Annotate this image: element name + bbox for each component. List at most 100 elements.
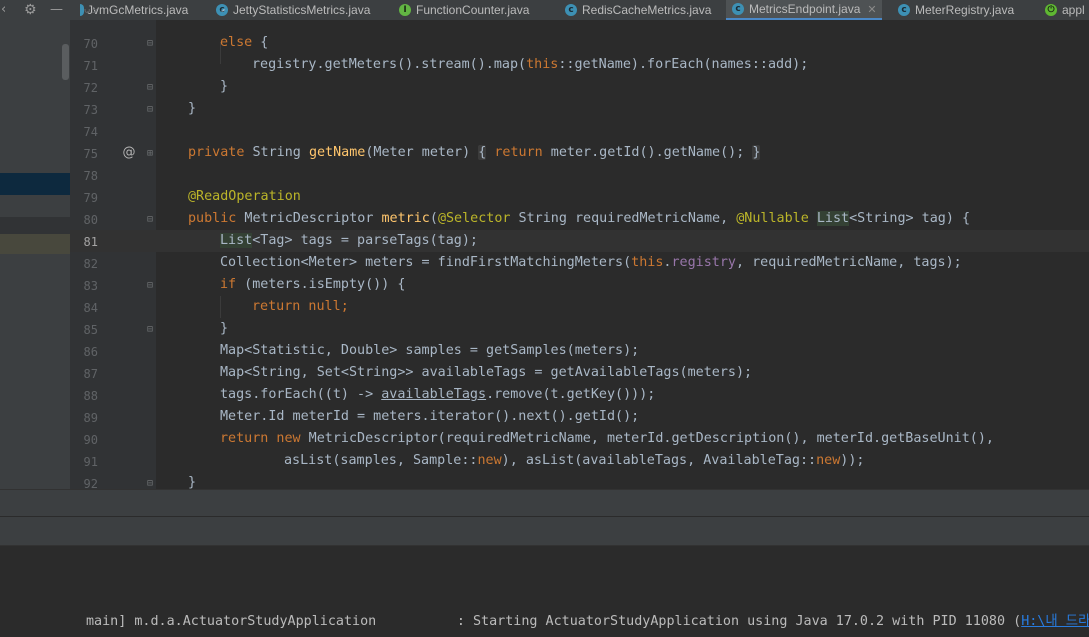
fold-end-icon[interactable]: ⊟ — [145, 83, 155, 93]
code-line-72[interactable]: } — [220, 76, 228, 98]
code-line-89[interactable]: Meter.Id meterId = meters.iterator().nex… — [220, 406, 639, 428]
override-annotation-icon[interactable]: @ — [122, 142, 136, 164]
scrollbar[interactable] — [62, 44, 69, 80]
line-number[interactable]: 85 — [70, 319, 98, 341]
line-number[interactable]: 82 — [70, 253, 98, 275]
close-icon[interactable]: ✕ — [867, 3, 876, 16]
tool-window-header[interactable] — [0, 490, 1089, 517]
tab-functioncounter[interactable]: I FunctionCounter.java — [399, 0, 529, 20]
code-text-highlighted: List — [816, 211, 850, 226]
code-text: Map<String, Set<String>> availableTags =… — [220, 365, 753, 380]
keyword: this — [631, 255, 664, 270]
line-number[interactable]: 83 — [70, 275, 98, 297]
line-number[interactable]: 72 — [70, 77, 98, 99]
code-line-88[interactable]: tags.forEach((t) -> availableTags.remove… — [220, 384, 655, 406]
code-text: MetricDescriptor — [236, 211, 382, 226]
tab-label: MetricsEndpoint.java — [749, 2, 861, 16]
keyword: this — [526, 57, 559, 72]
code-text: tags.forEach((t) -> — [220, 387, 382, 402]
code-line-75[interactable]: private String getName(Meter meter) { re… — [188, 142, 761, 164]
code-line-87[interactable]: Map<String, Set<String>> availableTags =… — [220, 362, 752, 384]
fold-end-icon[interactable]: ⊟ — [145, 105, 155, 115]
fold-end-icon[interactable]: ⊟ — [145, 325, 155, 335]
line-number[interactable]: 84 — [70, 297, 98, 319]
field: registry — [671, 255, 736, 270]
code-text: Collection<Meter> meters = findFirstMatc… — [220, 255, 632, 270]
gear-icon[interactable]: ⚙ — [24, 0, 37, 20]
console-log-line[interactable]: main] m.d.a.ActuatorStudyApplication : S… — [86, 611, 1089, 633]
code-line-92[interactable]: } — [188, 472, 196, 489]
tab-label: JvmGcMetrics.java — [87, 3, 189, 17]
line-number[interactable]: 80 — [70, 209, 98, 231]
fold-marker-icon[interactable]: ⊟ — [145, 215, 155, 225]
code-line-84[interactable]: return null; — [252, 296, 349, 318]
code-line-80[interactable]: public MetricDescriptor metric(@Selector… — [188, 208, 970, 230]
code-line-82[interactable]: Collection<Meter> meters = findFirstMatc… — [220, 252, 962, 274]
code-text-highlighted: List — [220, 233, 253, 248]
line-number[interactable]: 73 — [70, 99, 98, 121]
code-line-73[interactable]: } — [188, 98, 196, 120]
tab-application[interactable]: ⏻ appl — [1045, 0, 1085, 20]
project-panel[interactable] — [0, 20, 70, 489]
method-name: getName — [308, 145, 366, 160]
code-line-81[interactable]: List<Tag> tags = parseTags(tag); — [220, 230, 478, 252]
indent-guide — [220, 296, 221, 318]
code-text: registry.getMeters().stream().map( — [252, 57, 527, 72]
tab-rediscachemetrics[interactable]: c RedisCacheMetrics.java — [565, 0, 711, 20]
line-number[interactable]: 91 — [70, 451, 98, 473]
line-number[interactable]: 90 — [70, 429, 98, 451]
fold-end-icon[interactable]: ⊟ — [145, 479, 155, 489]
fold-marker-icon[interactable]: ⊞ — [145, 149, 155, 159]
code-line-86[interactable]: Map<Statistic, Double> samples = getSamp… — [220, 340, 639, 362]
tool-window-toolbar[interactable] — [0, 517, 1089, 546]
keyword: private — [188, 145, 245, 160]
tab-meterregistry[interactable]: c MeterRegistry.java — [898, 0, 1014, 20]
code-line-91[interactable]: asList(samples, Sample::new), asList(ava… — [284, 450, 864, 472]
line-number[interactable]: 87 — [70, 363, 98, 385]
code-text: ::getName).forEach(names::add); — [558, 57, 809, 72]
code-line-90[interactable]: return new MetricDescriptor(requiredMetr… — [220, 428, 994, 450]
line-number[interactable]: 71 — [70, 55, 98, 77]
tab-label: appl — [1062, 3, 1085, 17]
keyword: return — [486, 145, 543, 160]
code-text: , requiredMetricName, tags); — [735, 255, 962, 270]
tab-metricsendpoint[interactable]: c MetricsEndpoint.java ✕ — [726, 0, 882, 20]
tree-item[interactable] — [0, 217, 70, 234]
keyword: null — [300, 299, 341, 314]
console-path-link[interactable]: H:\내 드라 — [1021, 614, 1089, 629]
tree-item-highlight[interactable] — [0, 234, 70, 254]
code-line-70[interactable]: else { — [220, 32, 268, 54]
tab-label: MeterRegistry.java — [915, 3, 1015, 17]
console-text: main] m.d.a.ActuatorStudyApplication : S… — [86, 614, 1022, 629]
line-number[interactable]: 79 — [70, 187, 98, 209]
line-number[interactable]: 86 — [70, 341, 98, 363]
fold-marker-icon[interactable]: ⊟ — [145, 39, 155, 49]
line-number[interactable]: 78 — [70, 165, 98, 187]
tab-label: FunctionCounter.java — [416, 3, 530, 17]
line-number[interactable]: 69 — [70, 9, 98, 20]
line-number-current[interactable]: 81 — [70, 231, 98, 253]
code-text: (meters.isEmpty()) { — [236, 277, 406, 292]
code-text: meter.getId().getName(); — [542, 145, 753, 160]
minimize-icon[interactable]: — — [50, 0, 63, 20]
line-number[interactable]: 92 — [70, 473, 98, 489]
code-line-71[interactable]: registry.getMeters().stream().map(this::… — [252, 54, 808, 76]
line-number[interactable]: 75 — [70, 143, 98, 165]
tab-jettystatisticsmetrics[interactable]: c JettyStatisticsMetrics.java — [216, 0, 370, 20]
line-number[interactable]: 70 — [70, 33, 98, 55]
selected-tree-item[interactable] — [0, 173, 70, 195]
code-line-69[interactable]: } — [220, 9, 228, 18]
code-text: } — [188, 101, 197, 116]
line-number[interactable]: 74 — [70, 121, 98, 143]
interface-icon: I — [399, 4, 411, 16]
code-text: String requiredMetricName, — [510, 211, 737, 226]
line-number[interactable]: 88 — [70, 385, 98, 407]
code-line-85[interactable]: } — [220, 318, 228, 340]
folded-brace[interactable]: } — [752, 145, 761, 160]
code-line-83[interactable]: if (meters.isEmpty()) { — [220, 274, 405, 296]
code-line-79[interactable]: @ReadOperation — [188, 186, 301, 208]
fold-marker-icon[interactable]: ⊟ — [145, 281, 155, 291]
chevron-left-icon[interactable]: ‹ — [1, 0, 6, 20]
line-number[interactable]: 89 — [70, 407, 98, 429]
